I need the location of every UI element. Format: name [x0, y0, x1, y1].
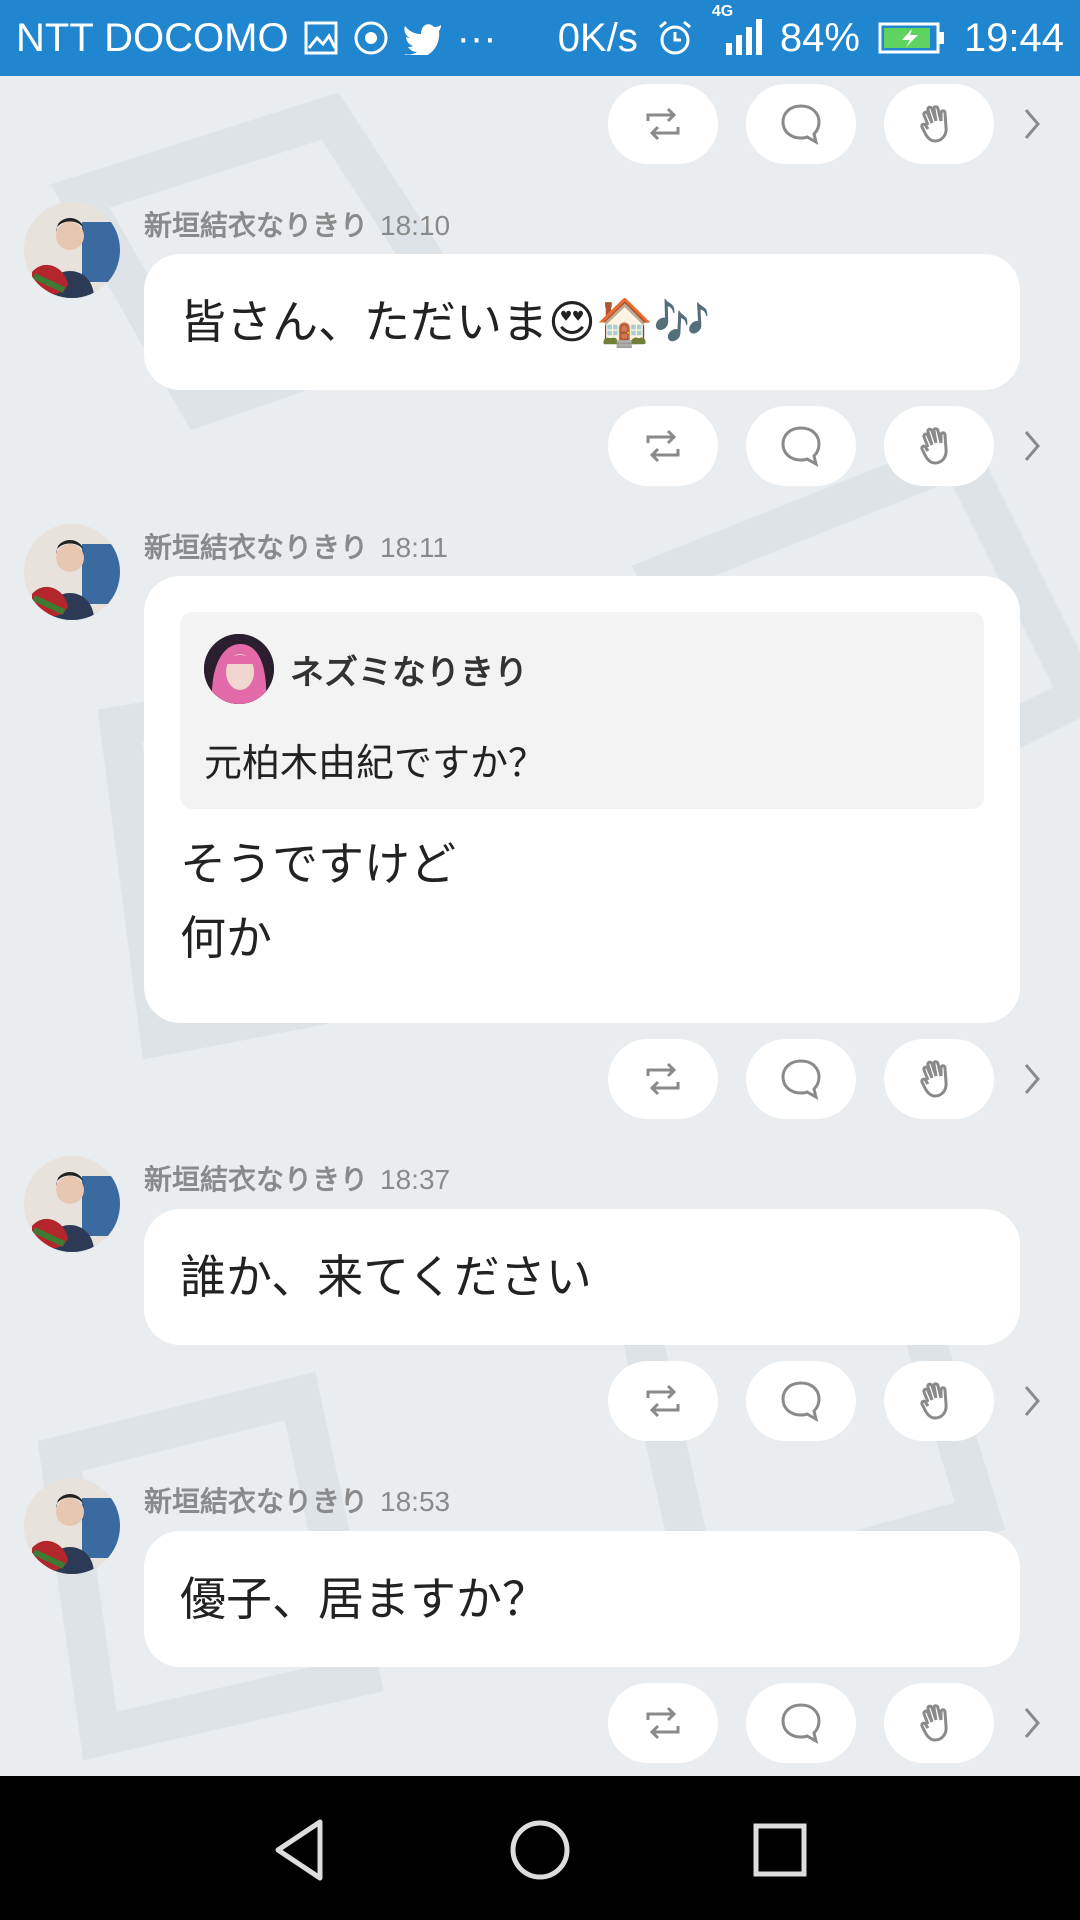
more-button[interactable]	[1012, 1361, 1052, 1441]
post-meta: 新垣結衣なりきり 18:37	[144, 1158, 450, 1198]
quoted-text: 元柏木由紀ですか？	[204, 741, 547, 785]
comment-button[interactable]	[746, 1683, 856, 1763]
author-name[interactable]: 新垣結衣なりきり	[144, 1480, 368, 1520]
clock: 19:44	[963, 15, 1064, 60]
comment-button[interactable]	[746, 1039, 856, 1119]
action-row	[0, 1039, 1080, 1119]
more-button[interactable]	[1012, 84, 1052, 164]
clap-button[interactable]	[884, 1039, 994, 1119]
repost-button[interactable]	[608, 84, 718, 164]
message-text: 優子、居ますか？	[180, 1572, 548, 1626]
message-bubble[interactable]: ネズミなりきり 元柏木由紀ですか？ そうですけど 何か	[144, 576, 1020, 1023]
twitter-icon	[403, 21, 443, 55]
action-row	[0, 84, 1080, 164]
message-text: 皆さん、ただいま😍🏠🎶	[180, 295, 711, 349]
avatar[interactable]	[24, 202, 120, 298]
repost-icon	[646, 107, 680, 141]
repost-icon	[646, 429, 680, 463]
system-nav-bar	[0, 1776, 1080, 1920]
chevron-right-icon	[1024, 431, 1040, 461]
quoted-message[interactable]: ネズミなりきり 元柏木由紀ですか？	[180, 612, 984, 809]
comment-icon	[781, 426, 821, 467]
message-bubble[interactable]: 誰か、来てください	[144, 1209, 1020, 1345]
post-meta: 新垣結衣なりきり 18:10	[144, 204, 450, 244]
quoted-avatar	[204, 634, 274, 704]
network-type: 4G	[711, 3, 734, 20]
comment-icon	[781, 1059, 821, 1100]
repost-button[interactable]	[608, 406, 718, 486]
message-bubble[interactable]: 皆さん、ただいま😍🏠🎶	[144, 254, 1020, 390]
network-speed: 0K/s	[557, 15, 638, 60]
clap-icon	[920, 1382, 948, 1420]
recents-button[interactable]	[740, 1810, 820, 1890]
gallery-icon	[303, 20, 339, 56]
signal-icon: 4G	[712, 3, 762, 57]
clap-icon	[920, 427, 948, 465]
comment-icon	[781, 104, 821, 145]
more-notifications-icon: ···	[456, 15, 497, 60]
back-button[interactable]	[260, 1810, 340, 1890]
comment-icon	[781, 1381, 821, 1422]
clap-icon	[920, 1060, 948, 1098]
chevron-right-icon	[1024, 1386, 1040, 1416]
clap-button[interactable]	[884, 406, 994, 486]
post-time: 18:10	[380, 210, 451, 241]
post-time: 18:11	[380, 532, 449, 563]
repost-button[interactable]	[608, 1683, 718, 1763]
action-row	[0, 406, 1080, 486]
battery-icon	[878, 20, 946, 56]
author-name[interactable]: 新垣結衣なりきり	[144, 526, 368, 566]
back-icon	[275, 1819, 323, 1881]
carrier-label: NTT DOCOMO	[16, 15, 289, 60]
comment-icon	[781, 1703, 821, 1744]
repost-button[interactable]	[608, 1361, 718, 1441]
chevron-right-icon	[1024, 109, 1040, 139]
recents-icon	[753, 1823, 807, 1877]
chevron-right-icon	[1024, 1064, 1040, 1094]
comment-button[interactable]	[746, 84, 856, 164]
message-text: 誰か、来てください	[180, 1250, 592, 1304]
post-meta: 新垣結衣なりきり 18:53	[144, 1480, 450, 1520]
more-button[interactable]	[1012, 1039, 1052, 1119]
home-icon	[510, 1820, 570, 1880]
post-time: 18:37	[380, 1164, 451, 1195]
clap-button[interactable]	[884, 1683, 994, 1763]
author-name[interactable]: 新垣結衣なりきり	[144, 204, 368, 244]
message-bubble[interactable]: 優子、居ますか？	[144, 1531, 1020, 1667]
battery-percent: 84%	[779, 15, 860, 60]
avatar[interactable]	[24, 1156, 120, 1252]
action-row	[0, 1361, 1080, 1441]
author-name[interactable]: 新垣結衣なりきり	[144, 1158, 368, 1198]
clap-button[interactable]	[884, 1361, 994, 1441]
more-button[interactable]	[1012, 406, 1052, 486]
clap-button[interactable]	[884, 84, 994, 164]
chevron-right-icon	[1024, 1708, 1040, 1738]
status-bar: NTT DOCOMO ··· 0K/s 4G 84% 19:44	[0, 0, 1080, 76]
message-text: そうですけど 何か	[180, 837, 456, 965]
comment-button[interactable]	[746, 1361, 856, 1441]
alarm-icon	[656, 19, 694, 57]
home-button[interactable]	[500, 1810, 580, 1890]
clap-icon	[920, 1704, 948, 1742]
post-time: 18:53	[380, 1486, 451, 1517]
avatar[interactable]	[24, 524, 120, 620]
quoted-author: ネズミなりきり	[290, 652, 528, 693]
repost-button[interactable]	[608, 1039, 718, 1119]
avatar[interactable]	[24, 1478, 120, 1574]
post-meta: 新垣結衣なりきり 18:11	[144, 526, 448, 566]
repost-icon	[646, 1062, 680, 1096]
repost-icon	[646, 1706, 680, 1740]
timeline[interactable]: 新垣結衣なりきり 18:10 皆さん、ただいま😍🏠🎶 新垣結衣なりきり 18:1…	[0, 76, 1080, 1776]
clap-icon	[920, 105, 948, 143]
chrome-icon	[353, 20, 389, 56]
comment-button[interactable]	[746, 406, 856, 486]
action-row	[0, 1683, 1080, 1763]
more-button[interactable]	[1012, 1683, 1052, 1763]
repost-icon	[646, 1384, 680, 1418]
